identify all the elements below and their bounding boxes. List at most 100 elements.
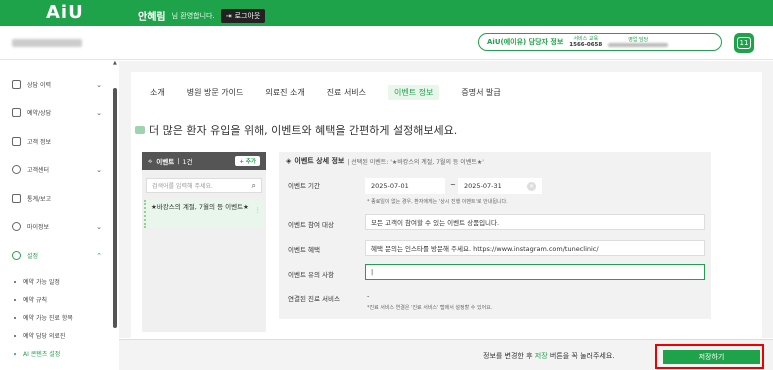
top-bar: AiU 안혜림 님 환영합니다. ⇥ 로그아웃 [0,0,773,26]
chevron-down-icon: ⌄ [96,80,102,89]
tab-certificates[interactable]: 증명서 발급 [461,87,500,100]
target-input[interactable]: 모든 고객이 참여할 수 있는 이벤트 상품입니다. [365,214,705,230]
chart-icon [12,194,21,203]
sidebar-item-my-info[interactable]: 마이정보 ⌄ [12,222,102,231]
end-date-input[interactable]: 2025-07-31 ✕ [458,178,542,194]
diamond-icon: ◈ [286,157,292,165]
chevron-down-icon: ⌄ [96,222,102,231]
hospital-name-blurred [12,39,82,47]
divider: | [177,157,180,165]
subitem-available-schedule[interactable]: 예약 가능 일정 [14,277,60,286]
tab-intro[interactable]: 소개 [150,87,165,100]
subitem-available-services[interactable]: 예약 가능 진료 항목 [14,313,73,322]
tab-visit-guide[interactable]: 병원 방문 가이드 [187,87,244,100]
subitem-doctors[interactable]: 예약 담당 의료진 [14,331,65,340]
sidebar-item-stats[interactable]: 통계/보고 [12,194,102,203]
event-count: 1건 [182,158,193,166]
chevron-up-icon: ⌃ [96,251,102,260]
start-date-input[interactable]: 2025-07-01 [365,178,445,194]
sidebar-item-label: 설정 [27,253,39,260]
person-icon [12,137,21,146]
footer-message: 정보를 변경한 후 저장 버튼을 꼭 눌러주세요. [483,351,615,361]
subitem-ai-content[interactable]: AI 콘텐츠 설정 [14,349,60,358]
calendar-icon: 11 [736,37,752,49]
selected-event-text: | 선택된 이벤트: '★바캉스의 계절, 7월의 등 이벤트★' [347,158,484,166]
sidebar-item-support[interactable]: 고객센터 ⌄ [12,165,102,174]
caution-input[interactable]: | [365,264,705,280]
headset-icon [12,165,21,174]
scroll-up-icon[interactable]: ▲ [113,60,117,66]
target-label: 이벤트 참여 대상 [288,221,334,229]
footer-bar: 정보를 변경한 후 저장 버튼을 꼭 눌러주세요. 저장하기 [119,339,773,370]
chat-icon [12,80,21,89]
clear-icon[interactable]: ✕ [527,181,536,191]
sidebar-item-label: 예약/상담 [27,110,52,117]
footer-text-pre: 정보를 변경한 후 [483,352,535,360]
sidebar: 상담 이력 ⌄ 예약/상담 ⌄ 고객 정보 고객센터 ⌄ 통계/보고 마이정보 … [0,61,130,370]
search-placeholder: 검색어를 입력해 주세요. [152,183,213,190]
event-list-title: 이벤트 [156,158,175,166]
chevron-down-icon: ⌄ [96,108,102,117]
event-detail-panel: ◈ 이벤트 상세 정보 | 선택된 이벤트: '★바캉스의 계절, 7월의 등 … [279,152,711,319]
sales-contact: 영업 담당 [608,37,669,47]
tab-bar: 소개 병원 방문 가이드 의료진 소개 진료 서비스 이벤트 정보 증명서 발급 [150,85,523,100]
sidebar-item-reservation[interactable]: 예약/상담 ⌄ [12,108,102,117]
chat-bubble-icon [135,126,145,134]
event-list-header: ⟡ 이벤트 | 1건 + 추가 [142,152,266,170]
caution-label: 이벤트 유의 사항 [288,271,334,279]
event-search-input[interactable]: 검색어를 입력해 주세요. ⌕ [146,178,262,193]
subitem-reservation-rules[interactable]: 예약 규칙 [14,295,47,304]
event-list-item[interactable]: ★바캉스의 계절, 7월의 등 이벤트★ ⋮ [144,200,264,228]
sales-contact-blurred [608,43,669,47]
period-label: 이벤트 기간 [288,182,320,190]
footer-text-post: 버튼을 꼭 눌러주세요. [547,352,615,360]
greeting-text: 님 환영합니다. [171,11,215,20]
sidebar-scrollbar[interactable]: ▲ [113,60,118,368]
user-greeting: 안혜림 님 환영합니다. ⇥ 로그아웃 [138,8,266,23]
start-date-value: 2025-07-01 [371,182,409,190]
sidebar-item-label: 고객센터 [27,167,50,174]
tag-icon: ⟡ [148,156,153,165]
logout-button[interactable]: ⇥ 로그아웃 [220,8,266,23]
logout-icon: ⇥ [225,11,232,20]
calendar-button[interactable]: 11 [734,33,754,53]
app-logo[interactable]: AiU [46,2,84,23]
sidebar-item-label: 고객 정보 [27,139,51,146]
detail-title: 이벤트 상세 정보 [294,157,345,165]
sidebar-item-consult-history[interactable]: 상담 이력 ⌄ [12,80,102,89]
calendar-icon [12,108,21,117]
sidebar-item-label: 상담 이력 [27,82,51,89]
footer-text-highlight: 저장 [534,352,548,360]
date-tilde: ~ [450,181,456,189]
benefit-value: 혜택 문의는 인스타를 방문해 주세요. https://www.instagr… [371,245,599,253]
service-phone: 1566-0658 [569,42,603,48]
sidebar-item-settings[interactable]: 설정 ⌃ [12,251,102,260]
save-highlight-box: 저장하기 [655,344,764,369]
service-note: *진료 서비스 연결은 '진료 서비스' 탭에서 설정할 수 있어요. [367,305,493,311]
logout-label: 로그아웃 [234,11,261,20]
page-headline: 더 많은 환자 유입을 위해, 이벤트와 혜택을 간편하게 설정해보세요. [135,122,457,138]
drag-handle-icon[interactable]: ⋮ [255,206,262,215]
text-cursor: | [371,268,374,276]
service-label: 연결된 진료 서비스 [288,295,340,303]
add-event-button[interactable]: + 추가 [235,156,260,166]
search-icon[interactable]: ⌕ [252,181,256,191]
period-note: * 종료일이 없는 경우, 환자에게는 '상시 진행 이벤트'로 안내됩니다. [367,199,508,205]
event-list-panel: ⟡ 이벤트 | 1건 + 추가 검색어를 입력해 주세요. ⌕ ★바캉스의 계절… [142,152,266,332]
tab-doctors[interactable]: 의료진 소개 [265,87,304,100]
detail-title-row: ◈ 이벤트 상세 정보 | 선택된 이벤트: '★바캉스의 계절, 7월의 등 … [286,156,484,166]
gear-icon [12,251,21,260]
manager-info-label: AiU(에이유) 담당자 정보 [487,38,564,46]
tab-services[interactable]: 진료 서비스 [327,87,366,100]
scrollbar-thumb[interactable] [113,88,117,328]
manager-info-pill[interactable]: AiU(에이유) 담당자 정보 서비스 교육 1566-0658 영업 담당 [478,33,722,51]
benefit-input[interactable]: 혜택 문의는 인스타를 방문해 주세요. https://www.instagr… [365,240,705,256]
target-value: 모든 고객이 참여할 수 있는 이벤트 상품입니다. [371,219,500,227]
user-name: 안혜림 [138,12,166,23]
benefit-label: 이벤트 혜택 [288,246,320,254]
save-button[interactable]: 저장하기 [663,350,760,364]
sidebar-item-label: 마이정보 [27,224,50,231]
tab-events[interactable]: 이벤트 정보 [388,85,440,100]
sidebar-item-customer-info[interactable]: 고객 정보 [12,137,102,146]
sidebar-item-label: 통계/보고 [27,196,52,203]
